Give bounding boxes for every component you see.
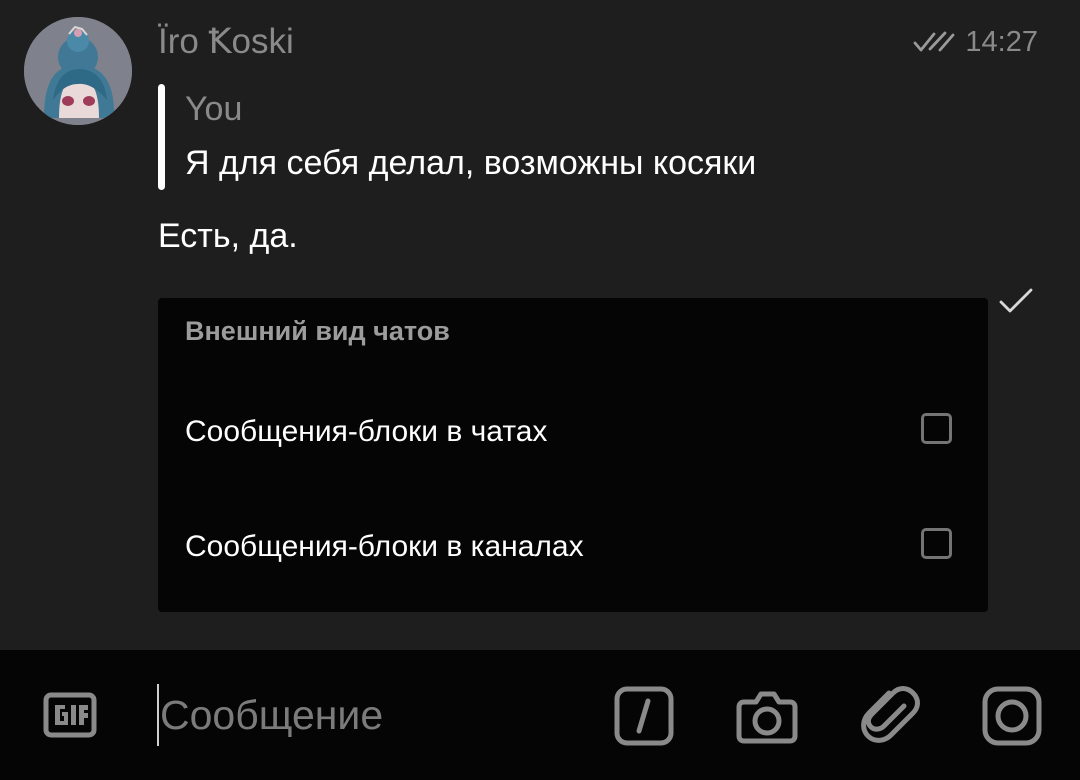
chat-blocks-checkbox[interactable] (921, 413, 952, 444)
anime-avatar-image (24, 17, 132, 125)
reply-accent-bar (158, 84, 165, 190)
instant-camera-icon (982, 686, 1042, 746)
message-text: Есть, да. (158, 217, 298, 255)
channel-blocks-checkbox[interactable] (921, 528, 952, 559)
avatar[interactable] (24, 17, 132, 125)
message-input[interactable] (160, 685, 580, 745)
setting-row-chat-blocks[interactable]: Сообщения-блоки в чатах (158, 386, 988, 478)
camera-button[interactable] (735, 684, 799, 748)
reply-text: Я для себя делал, возможны косяки (185, 144, 757, 182)
setting-label-channel-blocks: Сообщения-блоки в каналах (185, 530, 584, 563)
reply-author: You (185, 90, 243, 128)
message-composer (0, 650, 1080, 780)
camera-icon (736, 691, 798, 744)
setting-row-channel-blocks[interactable]: Сообщения-блоки в каналах (158, 501, 988, 593)
gif-button[interactable] (43, 692, 97, 738)
double-check-icon (914, 31, 955, 52)
chat-appearance-card: Внешний вид чатов Сообщения-блоки в чата… (158, 298, 988, 612)
setting-label-chat-blocks: Сообщения-блоки в чатах (185, 415, 548, 448)
card-title: Внешний вид чатов (185, 316, 450, 346)
attach-button[interactable] (860, 684, 924, 748)
message-status: 14:27 (913, 25, 1038, 59)
message-time: 14:27 (965, 25, 1038, 58)
chat-message[interactable]: Ïro Ꝁoski 14:27 You Я для себя делал, во… (0, 0, 1080, 650)
paperclip-icon (861, 686, 920, 743)
instant-camera-button[interactable] (980, 684, 1044, 748)
check-icon (999, 288, 1033, 313)
sender-name[interactable]: Ïro Ꝁoski (158, 22, 294, 62)
commands-button[interactable] (612, 684, 676, 748)
gif-icon (43, 692, 97, 738)
text-cursor (157, 684, 159, 746)
slash-command-icon (614, 686, 674, 746)
